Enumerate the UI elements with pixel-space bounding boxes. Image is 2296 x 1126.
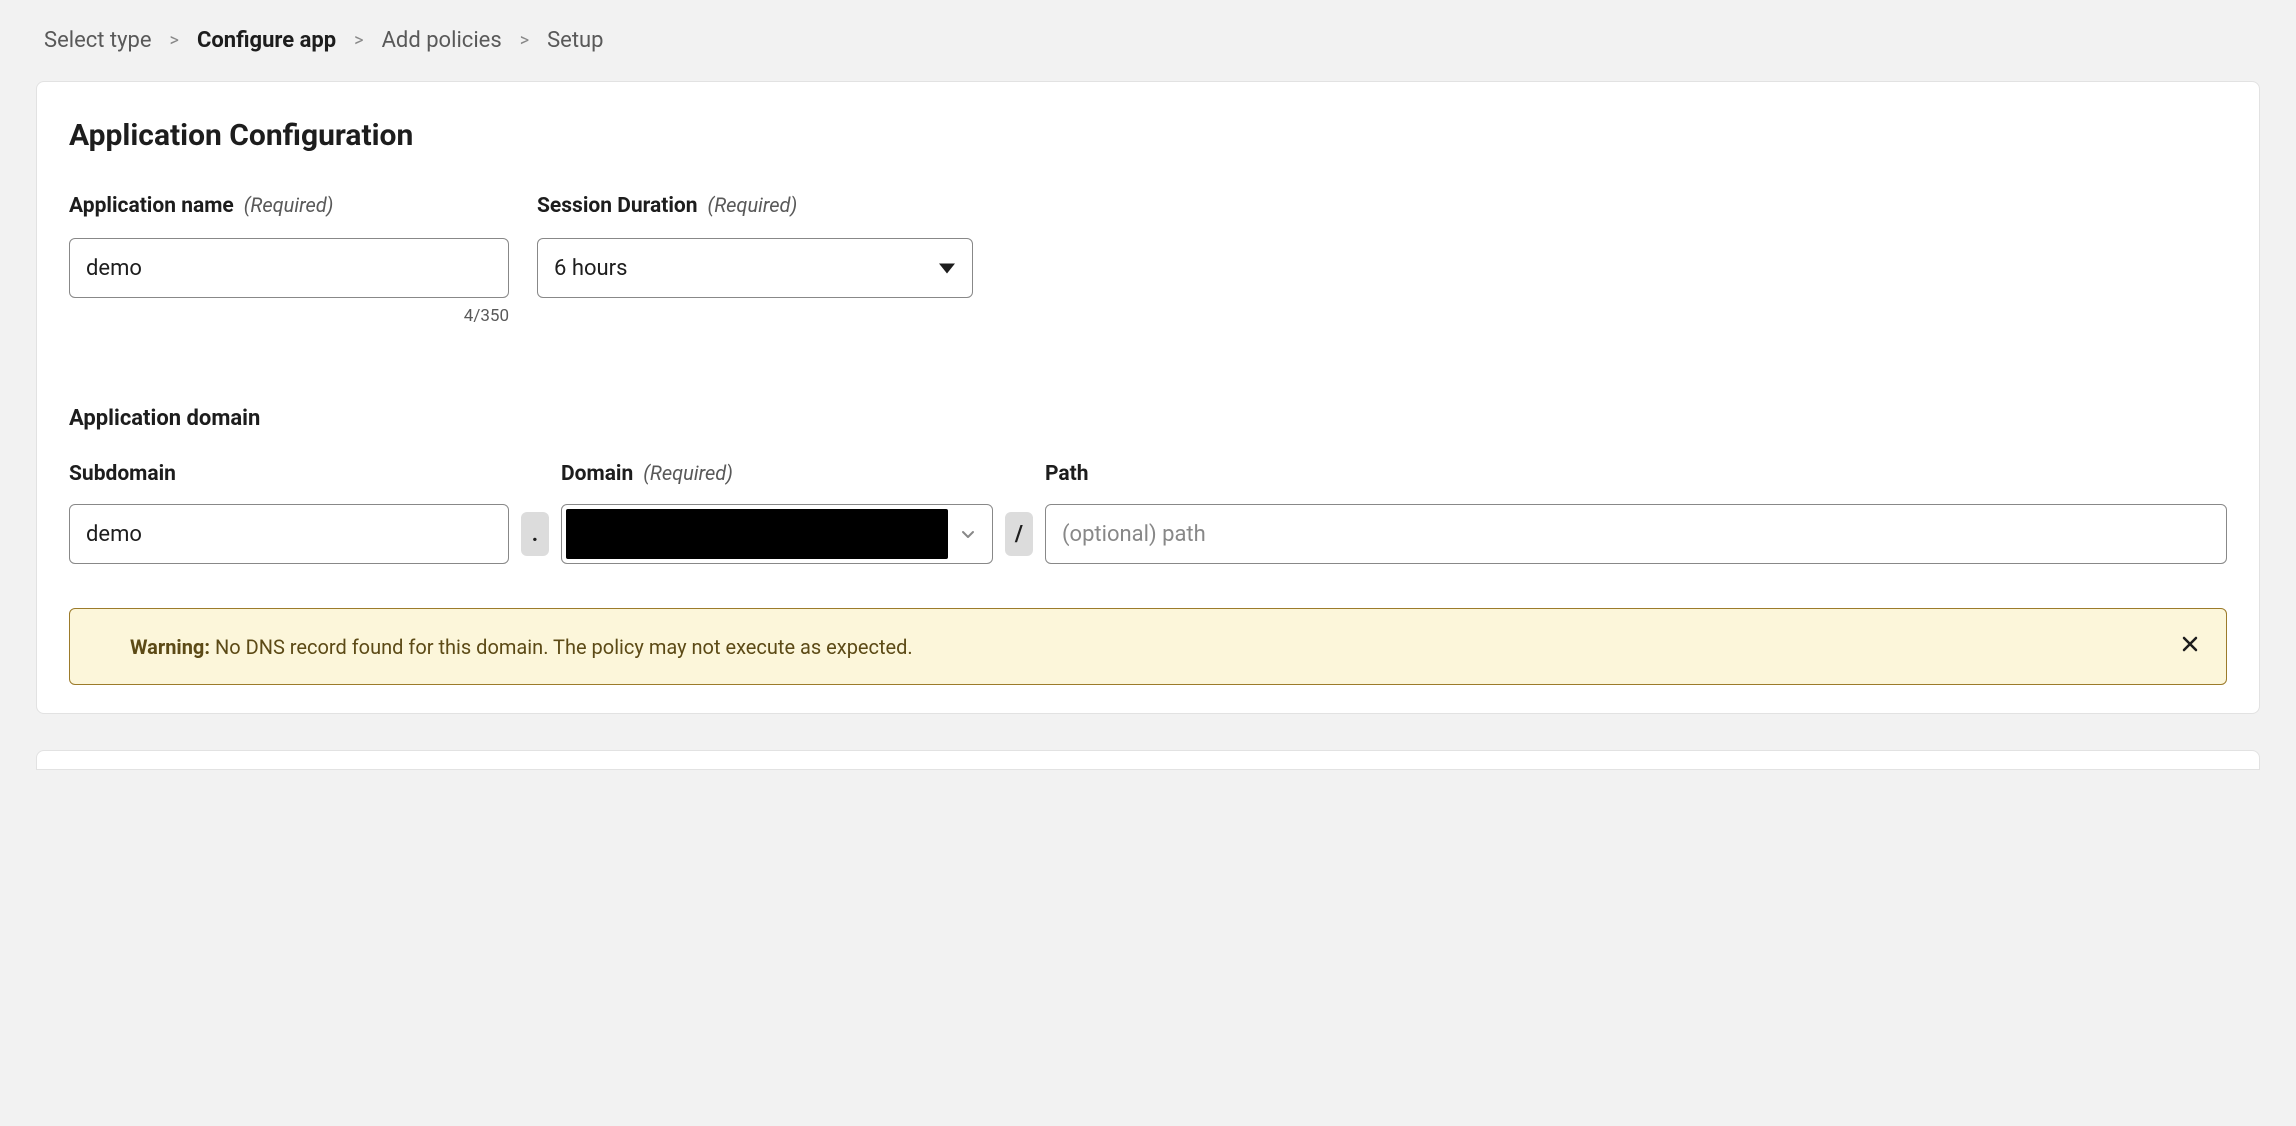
domain-value-redacted	[566, 509, 948, 559]
label-text: Subdomain	[69, 462, 176, 486]
required-tag: (Required)	[244, 193, 334, 217]
breadcrumb-step-configure-app[interactable]: Configure app	[197, 28, 336, 53]
session-duration-label: Session Duration (Required)	[537, 193, 973, 218]
chevron-right-icon: >	[354, 30, 363, 51]
alert-text: Warning: No DNS record found for this do…	[94, 635, 2158, 659]
domain-label: Domain (Required)	[561, 461, 993, 486]
slash-separator: /	[1005, 512, 1033, 556]
required-tag: (Required)	[643, 461, 733, 485]
card-title: Application Configuration	[69, 118, 2227, 153]
chevron-down-icon	[948, 526, 988, 542]
domain-select[interactable]	[561, 504, 993, 564]
warning-alert: Warning: No DNS record found for this do…	[69, 608, 2227, 685]
configuration-card: Application Configuration Application na…	[36, 81, 2260, 714]
alert-message: No DNS record found for this domain. The…	[210, 635, 913, 659]
path-input[interactable]	[1045, 504, 2227, 564]
next-card-peek	[36, 750, 2260, 770]
application-name-input[interactable]	[69, 238, 509, 298]
subdomain-label: Subdomain	[69, 462, 509, 486]
required-tag: (Required)	[708, 193, 798, 217]
label-text: Session Duration	[537, 194, 698, 218]
application-name-label: Application name (Required)	[69, 193, 509, 218]
char-counter: 4/350	[69, 306, 509, 326]
breadcrumb-step-select-type[interactable]: Select type	[44, 28, 152, 53]
breadcrumb-step-add-policies[interactable]: Add policies	[382, 28, 502, 53]
label-text: Domain	[561, 462, 633, 486]
dot-separator: .	[521, 512, 549, 556]
application-domain-title: Application domain	[69, 406, 2227, 431]
chevron-right-icon: >	[170, 30, 179, 51]
label-text: Application name	[69, 194, 234, 218]
path-label: Path	[1045, 462, 2227, 486]
breadcrumb-step-setup[interactable]: Setup	[547, 28, 603, 53]
session-duration-select[interactable]: 6 hours	[537, 238, 973, 298]
breadcrumb: Select type > Configure app > Add polici…	[36, 0, 2260, 81]
subdomain-input[interactable]	[69, 504, 509, 564]
alert-prefix: Warning:	[130, 635, 210, 659]
chevron-right-icon: >	[520, 30, 529, 51]
close-icon	[2182, 635, 2198, 658]
label-text: Path	[1045, 462, 1089, 486]
alert-close-button[interactable]	[2178, 631, 2202, 662]
